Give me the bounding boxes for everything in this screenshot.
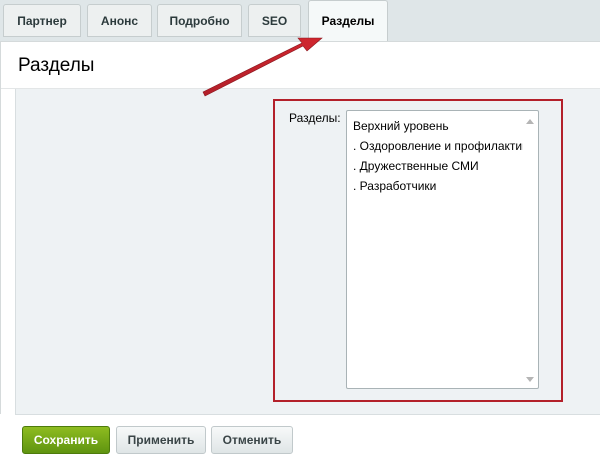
save-button[interactable]: Сохранить bbox=[22, 426, 110, 454]
apply-button[interactable]: Применить bbox=[116, 426, 206, 454]
annotation-arrow-icon bbox=[202, 37, 323, 97]
cancel-button[interactable]: Отменить bbox=[211, 426, 293, 454]
